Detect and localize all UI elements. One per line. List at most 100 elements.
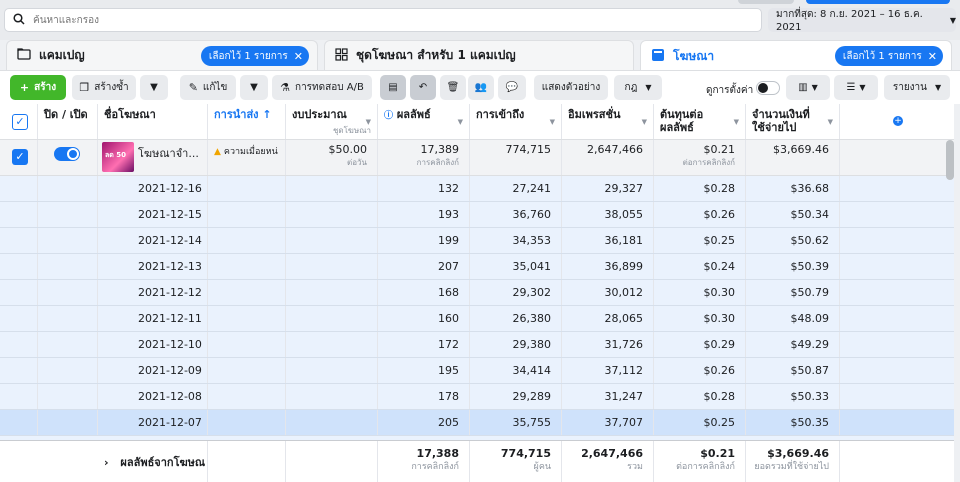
totals-reach-cell: 774,715 ผู้คน	[470, 441, 562, 482]
col-budget-sub: ชุดโฆษณา	[332, 126, 371, 135]
table-row[interactable]: 2021-12-15 193 36,760 38,055 $0.26 $50.34	[0, 202, 954, 228]
col-impressions[interactable]: อิมเพรสชั่น ▼	[562, 104, 654, 139]
col-results[interactable]: ⓘ ผลลัพธ์ ▼	[378, 104, 470, 139]
totals-impressions-cell: 2,647,466 รวม	[562, 441, 654, 482]
row-results: 172	[378, 332, 470, 357]
ab-test-button[interactable]: ⚗ การทดสอบ A/B	[272, 75, 372, 100]
empty-cell	[38, 202, 98, 227]
select-all-checkbox[interactable]: ✓	[12, 114, 28, 130]
totals-spent-sub: ยอดรวมที่ใช้จ่ายไป	[754, 462, 829, 472]
col-reach[interactable]: การเข้าถึง ▼	[470, 104, 562, 139]
ad-delivery-cell: ▲ ความเมื่อยหน่	[208, 140, 286, 175]
vertical-scrollbar[interactable]	[946, 140, 954, 180]
row-results: 199	[378, 228, 470, 253]
ad-reach: 774,715	[505, 143, 552, 156]
close-icon[interactable]: ✕	[928, 50, 937, 63]
row-results: 168	[378, 280, 470, 305]
row-spent: $50.62	[746, 228, 840, 253]
table-row[interactable]: 2021-12-13 207 35,041 36,899 $0.24 $50.39	[0, 254, 954, 280]
chevron-right-icon[interactable]: ›	[104, 456, 109, 469]
create-button[interactable]: + สร้าง	[10, 75, 66, 100]
row-results: 205	[378, 410, 470, 435]
edit-button[interactable]: ✎ แก้ไข	[180, 75, 236, 100]
tab-ads[interactable]: โฆษณา เลือกไว้ 1 รายการ ✕	[640, 40, 952, 71]
rules-dropdown[interactable]: กฎ ▼	[614, 75, 662, 100]
col-amount-spent[interactable]: จำนวนเงินที่ใช้จ่ายไป ▼	[746, 104, 840, 139]
tab-campaigns[interactable]: แคมเปญ เลือกไว้ 1 รายการ ✕	[6, 40, 318, 70]
top-gray-button-edge[interactable]	[738, 0, 794, 4]
selection-chip[interactable]: เลือกไว้ 1 รายการ ✕	[834, 46, 943, 66]
ad-row[interactable]: ✓ ลด 50 โฆษณาจำ... ▲ ความเมื่อยหน่ $50.00…	[0, 140, 954, 176]
top-blue-button-edge[interactable]	[806, 0, 950, 4]
row-reach: 34,414	[470, 358, 562, 383]
selection-chip[interactable]: เลือกไว้ 1 รายการ ✕	[200, 46, 309, 66]
col-budget[interactable]: งบประมาณ ▼ ชุดโฆษณา	[286, 104, 378, 139]
empty-cell	[286, 306, 378, 331]
row-reach: 29,302	[470, 280, 562, 305]
empty-cell	[38, 384, 98, 409]
preview-button-label: แสดงตัวอย่าง	[541, 82, 601, 93]
totals-spent: $3,669.46	[767, 447, 829, 460]
row-results: 195	[378, 358, 470, 383]
col-cost-per-result[interactable]: ต้นทุนต่อผลลัพธ์ ▼	[654, 104, 746, 139]
view-settings-toggle[interactable]	[756, 81, 780, 95]
copy-icon: ❐	[79, 81, 90, 94]
caret-down-icon: ▼	[859, 83, 866, 92]
add-column-icon[interactable]: +	[893, 116, 903, 126]
ad-on-off-toggle[interactable]	[54, 147, 80, 161]
empty-cell	[38, 306, 98, 331]
preview-button[interactable]: แสดงตัวอย่าง	[534, 75, 608, 100]
table-row[interactable]: 2021-12-16 132 27,241 29,327 $0.28 $36.68	[0, 176, 954, 202]
delete-button[interactable]: 🗑	[440, 75, 466, 100]
row-reach: 26,380	[470, 306, 562, 331]
ad-name[interactable]: โฆษณาจำ...	[138, 144, 199, 162]
ad-checkbox[interactable]: ✓	[12, 149, 28, 165]
ad-name-cell[interactable]: ลด 50 โฆษณาจำ...	[98, 140, 208, 175]
col-ad-name[interactable]: ชื่อโฆษณา	[98, 104, 208, 139]
row-results: 207	[378, 254, 470, 279]
search-input[interactable]	[33, 14, 633, 26]
row-results: 132	[378, 176, 470, 201]
caret-down-icon: ▼	[935, 83, 942, 92]
ad-spent: $3,669.46	[773, 143, 829, 156]
columns-button[interactable]: ▥ ▼	[786, 75, 830, 100]
table-row[interactable]: 2021-12-11 160 26,380 28,065 $0.30 $48.09	[0, 306, 954, 332]
reports-dropdown[interactable]: รายงาน ▼	[884, 75, 950, 100]
date-range-picker[interactable]: มากที่สุด: 8 ก.ย. 2021 – 16 ธ.ค. 2021 ▼	[768, 8, 956, 33]
edit-dropdown[interactable]: ▼	[240, 75, 268, 100]
table-row[interactable]: 2021-12-14 199 34,353 36,181 $0.25 $50.62	[0, 228, 954, 254]
breakdown-button[interactable]: ☰ ▼	[834, 75, 878, 100]
tab-ad-sets-label: ชุดโฆษณา สำหรับ 1 แคมเปญ	[356, 48, 516, 62]
duplicate-button[interactable]: ❐ สร้างซ้ำ	[72, 75, 136, 100]
empty-cell	[38, 280, 98, 305]
tab-ad-sets[interactable]: ชุดโฆษณา สำหรับ 1 แคมเปญ	[324, 40, 634, 70]
date-range-label: มากที่สุด: 8 ก.ย. 2021 – 16 ธ.ค. 2021	[776, 9, 923, 33]
col-delivery[interactable]: การนำส่ง ↑	[208, 104, 286, 139]
comment-icon: 💬	[505, 82, 519, 93]
ad-results-cell: 17,389 การคลิกลิงก์	[378, 140, 470, 175]
table-row[interactable]: 2021-12-09 195 34,414 37,112 $0.26 $50.87	[0, 358, 954, 384]
ad-cpr: $0.21	[703, 143, 736, 156]
row-date: 2021-12-16	[138, 182, 202, 195]
table-row[interactable]: 2021-12-07 205 35,755 37,707 $0.25 $50.35	[0, 410, 954, 436]
row-reach: 36,760	[470, 202, 562, 227]
info-icon[interactable]: ⓘ	[384, 111, 393, 121]
table-header: ✓ ปิด / เปิด ชื่อโฆษณา การนำส่ง ↑ งบประม…	[0, 104, 954, 140]
undo-button[interactable]: ↶	[410, 75, 436, 100]
empty-cell	[38, 332, 98, 357]
edit-button-label: แก้ไข	[202, 82, 228, 93]
table-row[interactable]: 2021-12-12 168 29,302 30,012 $0.30 $50.79	[0, 280, 954, 306]
toggle-knob	[67, 148, 79, 160]
row-impressions: 36,899	[562, 254, 654, 279]
audience-button[interactable]: 👥	[468, 75, 494, 100]
col-on-off[interactable]: ปิด / เปิด	[38, 104, 98, 139]
search-box[interactable]	[4, 8, 762, 32]
ad-toggle-cell	[38, 140, 98, 175]
duplicate-dropdown[interactable]: ▼	[140, 75, 168, 100]
close-icon[interactable]: ✕	[294, 50, 303, 63]
table-row[interactable]: 2021-12-08 178 29,289 31,247 $0.28 $50.33	[0, 384, 954, 410]
clipboard-button[interactable]: ▤	[380, 75, 406, 100]
table-row[interactable]: 2021-12-10 172 29,380 31,726 $0.29 $49.29	[0, 332, 954, 358]
totals-label-cell[interactable]: › ผลลัพธ์จากโฆษณ	[98, 441, 208, 482]
comment-button[interactable]: 💬	[498, 75, 526, 100]
